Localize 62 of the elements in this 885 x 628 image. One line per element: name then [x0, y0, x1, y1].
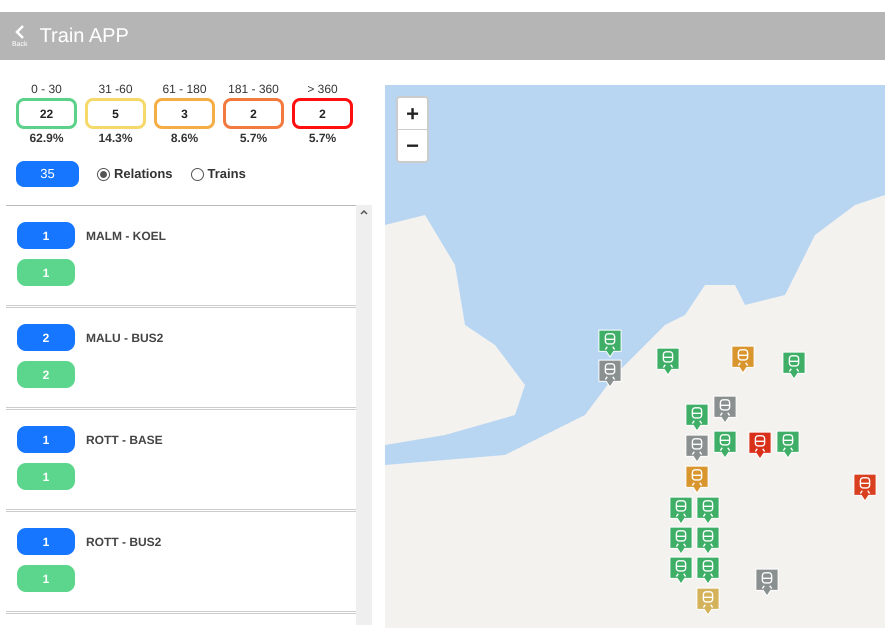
count-badge: 1: [17, 426, 75, 453]
count-box: 2: [223, 98, 284, 129]
on-time-badge: 2: [17, 361, 75, 388]
chevron-up-icon: [360, 209, 368, 215]
relation-name: MALU - BUS2: [86, 330, 164, 346]
train-marker-icon[interactable]: [748, 431, 772, 460]
relation-row[interactable]: 1 ROTT - BUS2 1: [6, 512, 356, 614]
total-badge: 35: [16, 161, 79, 187]
on-time-badge: 1: [17, 565, 75, 592]
app-title: Train APP: [40, 24, 129, 49]
range-label: 31 -60: [98, 81, 133, 98]
count-badge: 2: [17, 324, 75, 351]
train-marker-icon[interactable]: [696, 587, 720, 616]
chevron-left-icon: [14, 24, 25, 38]
train-marker-icon[interactable]: [598, 359, 622, 388]
relation-row[interactable]: 1 MALM - KOEL 1: [6, 206, 356, 308]
train-marker-icon[interactable]: [713, 395, 737, 424]
relation-name: ROTT - BASE: [86, 432, 163, 448]
train-marker-icon[interactable]: [656, 347, 680, 376]
range-label: 61 - 180: [162, 81, 207, 98]
relation-name: ROTT - BUS2: [86, 534, 162, 550]
count-box: 5: [85, 98, 146, 129]
train-marker-icon[interactable]: [776, 430, 800, 459]
radio-option[interactable]: Relations: [97, 164, 173, 184]
count-badge: 1: [17, 528, 75, 555]
train-marker-icon[interactable]: [696, 556, 720, 585]
count-badge: 1: [17, 222, 75, 249]
train-marker-icon[interactable]: [696, 496, 720, 525]
range-label: 0 - 30: [31, 81, 62, 98]
zoom-in-button[interactable]: +: [398, 98, 427, 130]
scrollbar[interactable]: [356, 205, 372, 625]
train-marker-icon[interactable]: [598, 329, 622, 358]
on-time-badge: 1: [17, 463, 75, 490]
percent-label: 14.3%: [98, 130, 133, 147]
train-marker-icon[interactable]: [755, 568, 779, 597]
train-marker-icon[interactable]: [685, 403, 709, 432]
on-time-badge: 1: [17, 259, 75, 286]
radio-option[interactable]: Trains: [190, 164, 246, 184]
range-label: 181 - 360: [228, 81, 279, 98]
percent-label: 8.6%: [170, 130, 198, 147]
count-box: 2: [292, 98, 353, 129]
train-marker-icon[interactable]: [685, 434, 709, 463]
relation-name: MALM - KOEL: [86, 228, 166, 244]
percent-label: 5.7%: [240, 130, 268, 147]
relation-row[interactable]: 1 ROTT - BASE 1: [6, 410, 356, 512]
range-label: > 360: [307, 81, 338, 98]
train-marker-icon[interactable]: [782, 351, 806, 380]
percent-label: 62.9%: [29, 130, 64, 147]
count-box: 22: [16, 98, 77, 129]
percent-label: 5.7%: [308, 130, 336, 147]
train-marker-icon[interactable]: [669, 556, 693, 585]
train-marker-icon[interactable]: [696, 526, 720, 555]
count-box: 3: [154, 98, 215, 129]
train-marker-icon[interactable]: [853, 473, 877, 502]
train-marker-icon[interactable]: [685, 465, 709, 494]
train-marker-icon[interactable]: [713, 430, 737, 459]
train-marker-icon[interactable]: [669, 526, 693, 555]
map-drawing[interactable]: [385, 85, 885, 628]
train-marker-icon[interactable]: [731, 345, 755, 374]
relation-row[interactable]: 2 MALU - BUS2 2: [6, 308, 356, 410]
zoom-out-button[interactable]: −: [398, 130, 427, 161]
train-marker-icon[interactable]: [669, 496, 693, 525]
